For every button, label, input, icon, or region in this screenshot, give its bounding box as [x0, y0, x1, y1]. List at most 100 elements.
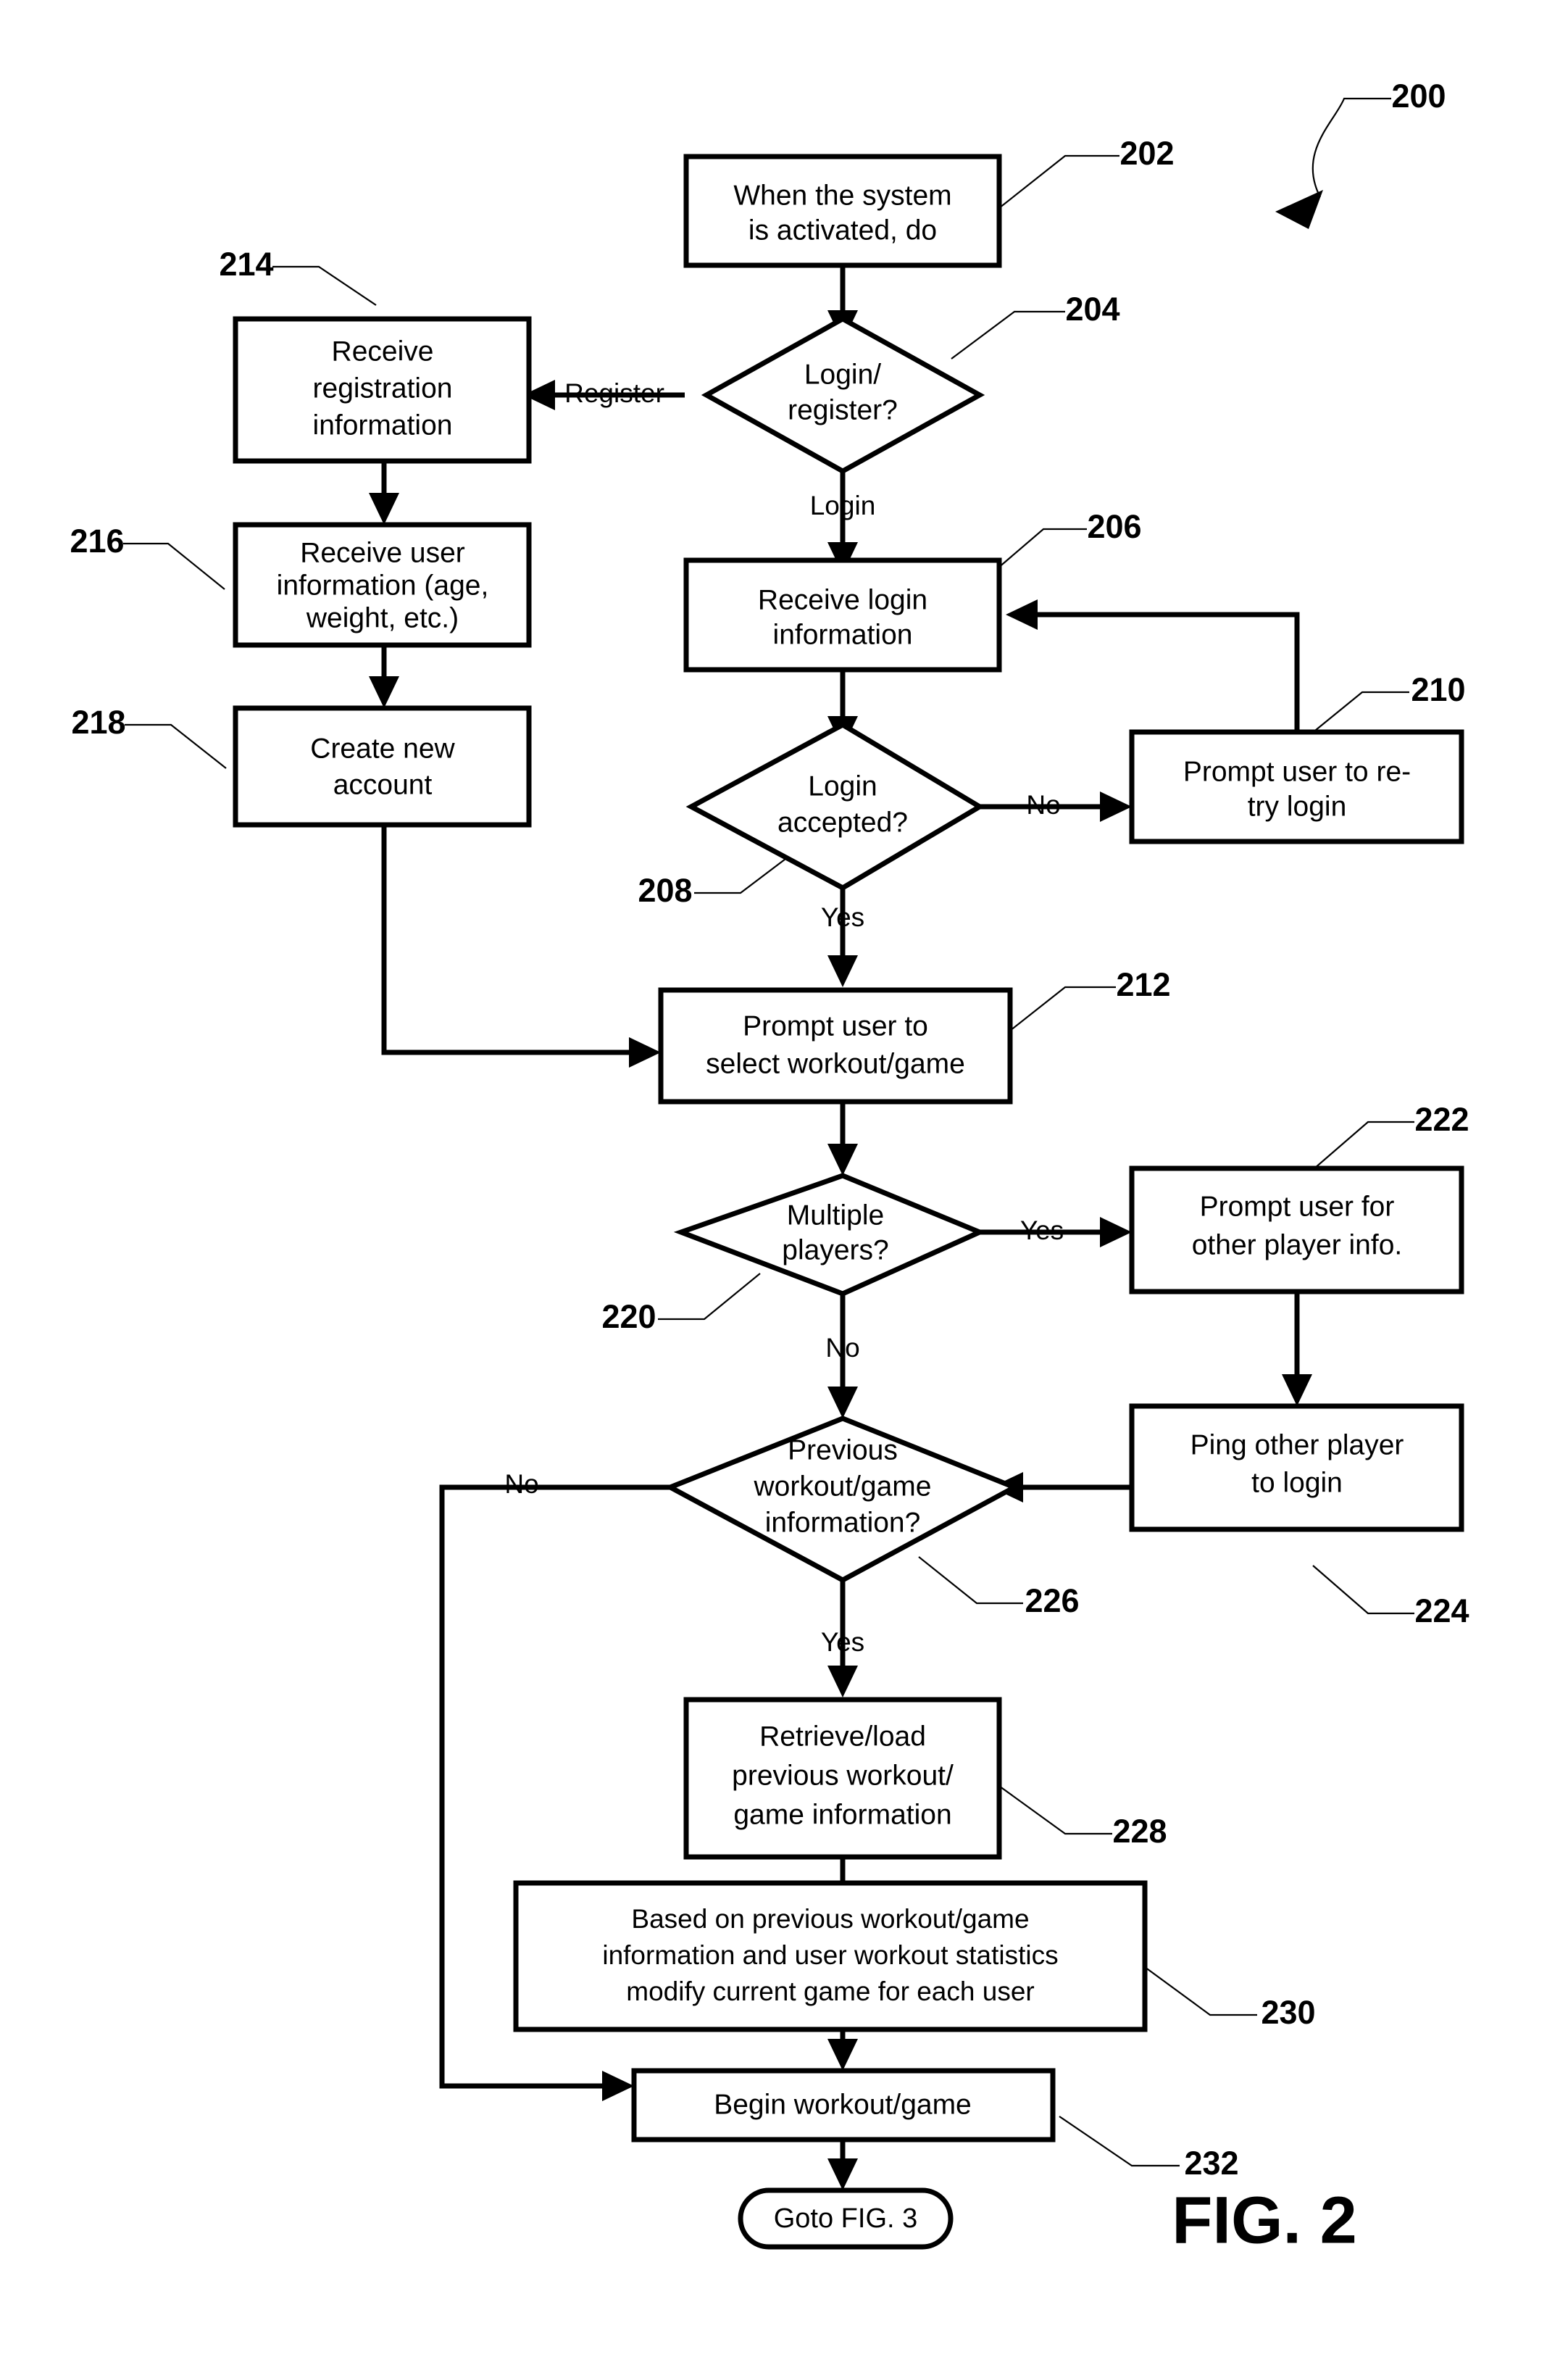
edge-label-register: Register — [564, 378, 664, 408]
node-226-previous-workout-info-decision: Previous workout/game information? — [664, 1416, 1021, 1583]
ref-label-206: 206 — [1087, 508, 1141, 545]
arrowhead-220-226 — [827, 1387, 858, 1418]
node-228-retrieve-previous-workout: Retrieve/load previous workout/ game inf… — [683, 1697, 1002, 1860]
node-216-line-2: information (age, — [277, 570, 489, 601]
arrowhead-218-212 — [629, 1037, 661, 1068]
connector-210-206-feedback — [1029, 612, 1300, 732]
node-210-line-1: Prompt user to re- — [1183, 756, 1411, 787]
node-216-line-3: weight, etc.) — [306, 602, 459, 633]
arrowhead-208-212 — [827, 955, 858, 987]
ref-label-224: 224 — [1414, 1592, 1469, 1629]
node-230-line-1: Based on previous workout/game — [631, 1904, 1029, 1934]
leader-204 — [951, 310, 1065, 359]
node-228-line-2: previous workout/ — [732, 1760, 954, 1791]
node-230-line-3: modify current game for each user — [626, 1977, 1034, 2006]
leader-230 — [1144, 1966, 1257, 2016]
edge-label-players-no: No — [825, 1333, 859, 1363]
leader-202 — [998, 154, 1119, 209]
node-222-line-2: other player info. — [1192, 1229, 1403, 1260]
node-226-line-2: workout/game — [754, 1471, 932, 1502]
node-222-prompt-other-player-info: Prompt user for other player info. — [1129, 1165, 1464, 1294]
node-204-line-2: register? — [788, 394, 898, 425]
node-218-line-2: account — [333, 769, 433, 800]
flowchart-figure: When the system is activated, do 202 Log… — [0, 0, 1568, 2365]
node-220-line-2: players? — [782, 1234, 888, 1265]
arrowhead-232-terminal — [827, 2158, 858, 2190]
ref-label-232: 232 — [1184, 2145, 1238, 2182]
node-228-line-3: game information — [733, 1799, 951, 1830]
leader-206 — [992, 528, 1087, 573]
node-232-line-1: Begin workout/game — [714, 2089, 972, 2120]
node-202-line-1: When the system — [733, 180, 951, 211]
ref-label-212: 212 — [1116, 966, 1170, 1003]
node-208-line-2: accepted? — [777, 807, 908, 838]
leader-228 — [996, 1784, 1112, 1835]
arrowhead-212-220 — [827, 1144, 858, 1176]
arrowhead-210-206 — [1006, 599, 1038, 630]
arrowhead-230-232 — [827, 2039, 858, 2071]
node-208-login-accepted-decision: Login accepted? — [685, 721, 985, 891]
ref-label-220: 220 — [601, 1298, 656, 1335]
leader-218 — [125, 723, 227, 769]
node-224-line-1: Ping other player — [1190, 1429, 1404, 1460]
node-218-create-new-account: Create new account — [233, 705, 532, 828]
node-212-line-2: select workout/game — [706, 1048, 965, 1079]
node-206-line-2: information — [773, 619, 913, 650]
edge-label-prev-yes: Yes — [821, 1627, 864, 1657]
node-230-modify-current-game: Based on previous workout/game informati… — [513, 1880, 1148, 2032]
node-204-line-1: Login/ — [804, 359, 881, 390]
ref-label-230: 230 — [1261, 1994, 1315, 2031]
node-208-line-1: Login — [808, 770, 877, 802]
node-230-line-2: information and user workout statistics — [602, 1940, 1058, 1970]
node-214-line-3: information — [313, 410, 453, 441]
node-terminal-label: Goto FIG. 3 — [774, 2203, 918, 2234]
edge-label-players-yes: Yes — [1020, 1215, 1064, 1245]
node-224-line-2: to login — [1251, 1467, 1343, 1498]
node-222-line-1: Prompt user for — [1200, 1191, 1395, 1222]
node-202-when-system-activated: When the system is activated, do — [683, 154, 1002, 268]
ref-label-208: 208 — [638, 872, 692, 909]
edge-label-prev-no: No — [504, 1469, 538, 1499]
ref-label-222: 222 — [1414, 1101, 1469, 1138]
edge-label-login-no: No — [1026, 790, 1060, 820]
node-212-line-1: Prompt user to — [743, 1010, 928, 1042]
arrowhead-222-224 — [1282, 1374, 1312, 1406]
leader-210 — [1311, 691, 1409, 734]
node-226-line-3: information? — [765, 1507, 921, 1538]
node-212-prompt-select-workout: Prompt user to select workout/game — [658, 987, 1013, 1105]
leader-216 — [123, 542, 225, 590]
node-212-box — [658, 987, 1013, 1105]
arrowhead-220-222 — [1100, 1217, 1132, 1247]
arrowhead-208-210 — [1100, 791, 1132, 822]
arrowhead-214-216 — [369, 493, 399, 525]
node-206-receive-login-information: Receive login information — [683, 557, 1002, 673]
ref-label-218: 218 — [71, 704, 125, 741]
connector-218-212 — [381, 825, 638, 1055]
arrowhead-226-232 — [602, 2071, 634, 2101]
leader-232 — [1059, 2116, 1180, 2167]
ref-label-228: 228 — [1112, 1813, 1167, 1850]
node-216-receive-user-information: Receive user information (age, weight, e… — [233, 522, 532, 648]
node-206-line-1: Receive login — [758, 584, 927, 615]
node-214-line-2: registration — [313, 373, 453, 404]
leader-224 — [1312, 1565, 1414, 1615]
node-224-ping-other-player: Ping other player to login — [1129, 1403, 1464, 1532]
node-226-line-1: Previous — [788, 1434, 898, 1466]
node-216-line-1: Receive user — [300, 537, 465, 568]
node-220-line-1: Multiple — [787, 1200, 884, 1231]
arrowhead-216-218 — [369, 676, 399, 708]
node-218-box — [233, 705, 532, 828]
leader-200 — [1311, 97, 1391, 198]
ref-label-216: 216 — [70, 523, 124, 560]
ref-label-204: 204 — [1065, 291, 1119, 328]
node-terminal-goto-fig3: Goto FIG. 3 — [738, 2187, 954, 2250]
ref-label-200: 200 — [1391, 78, 1446, 115]
leader-214 — [272, 265, 377, 306]
figure-label: FIG. 2 — [1172, 2183, 1357, 2257]
ref-label-226: 226 — [1025, 1582, 1079, 1619]
leader-222 — [1314, 1121, 1414, 1169]
leader-220 — [658, 1273, 761, 1321]
leader-212 — [1009, 986, 1116, 1031]
arrowhead-226-228 — [827, 1666, 858, 1697]
node-214-receive-registration-information: Receive registration information — [233, 316, 532, 464]
